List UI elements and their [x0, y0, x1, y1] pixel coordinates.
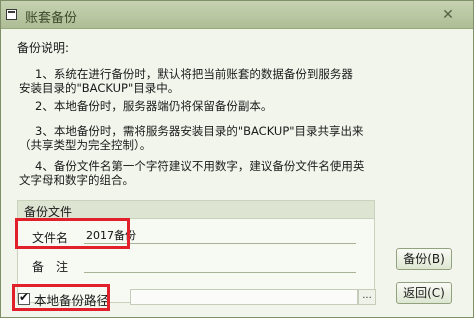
filename-highlight — [15, 218, 130, 249]
remark-label: 备 注 — [32, 260, 69, 274]
dialog-title: 账套备份 — [25, 11, 78, 26]
description-line: 文字母和数字的组合。 — [19, 173, 134, 187]
backup-dialog: 账套备份 ✕ 备份说明: 1、系统在进行备份时，默认将把当前账套的数据备份到服务… — [0, 0, 474, 318]
group-header: 备份文件 — [18, 201, 374, 219]
remark-input[interactable] — [84, 255, 356, 273]
description-line: 2、本地备份时，服务器端仍将保留备份副本。 — [35, 99, 273, 113]
description-line: 安装目录的"BACKUP"目录中。 — [19, 81, 180, 95]
description-line: 4、备份文件名第一个字符建议不用数字，建议备份文件名使用英 — [35, 159, 365, 173]
dialog-body: 备份说明: 1、系统在进行备份时，默认将把当前账套的数据备份到服务器 安装目录的… — [1, 30, 473, 317]
close-icon[interactable]: ✕ — [440, 8, 456, 22]
window-icon — [6, 9, 17, 20]
description-line: 3、本地备份时，需将服务器安装目录的"BACKUP"目录共享出来 — [35, 124, 364, 138]
description-title: 备份说明: — [17, 41, 70, 55]
back-button[interactable]: 返回(C) — [396, 282, 452, 304]
local-path-input[interactable] — [130, 289, 358, 305]
backup-button[interactable]: 备份(B) — [396, 248, 452, 270]
title-bar[interactable]: 账套备份 ✕ — [1, 1, 473, 29]
browse-button[interactable]: ... — [358, 289, 376, 305]
description-line: 1、系统在进行备份时，默认将把当前账套的数据备份到服务器 — [35, 67, 353, 81]
description-line: （共享类型为完全控制）。 — [19, 138, 152, 152]
local-path-highlight — [12, 284, 110, 311]
